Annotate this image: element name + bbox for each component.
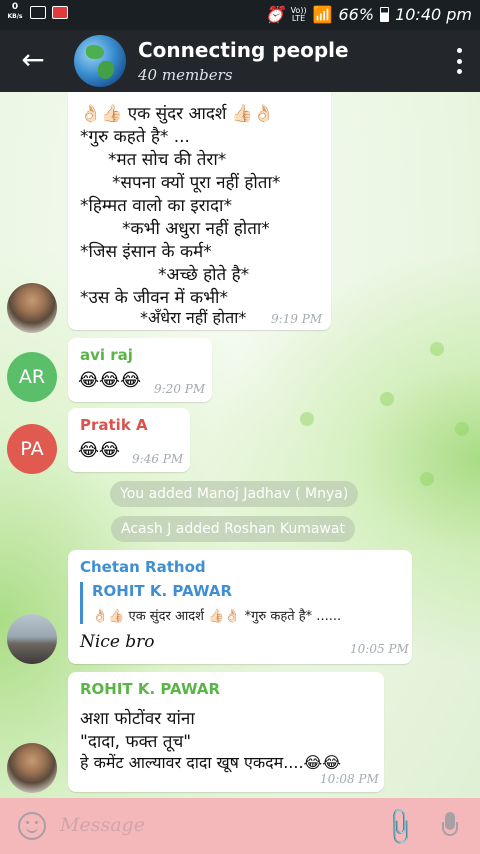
message-line: *जिस इंसान के कर्म* bbox=[80, 242, 212, 262]
message-time: 9:20 PM bbox=[154, 382, 206, 396]
volte-bottom: LTE bbox=[291, 13, 306, 23]
background-sparkle bbox=[430, 342, 444, 356]
reply-sender: ROHIT K. PAWAR bbox=[92, 582, 233, 600]
message-bubble[interactable]: ROHIT K. PAWAR अशा फोटोंवर यांना "दादा, … bbox=[68, 672, 384, 792]
avatar-rohit[interactable] bbox=[7, 743, 57, 793]
message-line: *गुरु कहते है* ... bbox=[80, 127, 190, 147]
reply-text: 👌🏻👍🏻 एक सुंदर आदर्श 👍🏻👌🏻 *गुरु कहते है* … bbox=[92, 609, 342, 624]
avatar-pratik-a[interactable]: PA bbox=[7, 424, 57, 474]
message-time: 10:08 PM bbox=[320, 772, 379, 786]
message-line: *कभी अधुरा नहीं होता* bbox=[122, 219, 270, 239]
message-bubble[interactable]: avi raj 😂😂😂 9:20 PM bbox=[68, 338, 212, 402]
message-line: "दादा, फक्त तूच" bbox=[80, 732, 192, 752]
message-bubble[interactable]: Pratik A 😂😂 9:46 PM bbox=[68, 408, 190, 472]
alarm-icon: ⏰ bbox=[264, 5, 285, 24]
member-count: 40 members bbox=[138, 66, 233, 84]
message-line: हे कमेंट आल्यावर दादा खूष एकदम....😂😂 bbox=[80, 753, 341, 772]
background-sparkle bbox=[300, 412, 314, 426]
status-bar: 0 KB/s ⏰ Vo)) LTE 📶 66% 10:40 pm bbox=[0, 0, 480, 30]
sender-name[interactable]: ROHIT K. PAWAR bbox=[80, 680, 220, 698]
sender-name[interactable]: avi raj bbox=[80, 346, 133, 364]
message-bubble[interactable]: Chetan Rathod ROHIT K. PAWAR 👌🏻👍🏻 एक सुं… bbox=[68, 550, 412, 664]
back-arrow-icon[interactable]: ← bbox=[16, 44, 50, 78]
clock: 10:40 pm bbox=[395, 5, 472, 24]
reply-preview[interactable]: ROHIT K. PAWAR 👌🏻👍🏻 एक सुंदर आदर्श 👍🏻👌🏻 … bbox=[80, 582, 402, 624]
group-avatar[interactable] bbox=[74, 35, 126, 87]
attach-icon[interactable]: 📎 bbox=[378, 806, 422, 850]
globe-land-shape bbox=[86, 45, 104, 59]
message-line: *अँधेरा नहीं होता* bbox=[140, 308, 247, 327]
background-sparkle bbox=[380, 392, 394, 406]
sender-name[interactable]: Chetan Rathod bbox=[80, 558, 206, 576]
message-text: 😂😂 bbox=[78, 440, 121, 461]
chat-header: ← Connecting people 40 members bbox=[0, 30, 480, 92]
background-sparkle bbox=[420, 472, 434, 486]
message-text: 😂😂😂 bbox=[78, 370, 142, 391]
avatar-rohit[interactable] bbox=[7, 283, 57, 333]
message-input-bar: Message 📎 bbox=[0, 798, 480, 854]
network-speed: 0 KB/s bbox=[6, 3, 24, 21]
chat-history[interactable]: 👌🏻👍🏻 एक सुंदर आदर्श 👍🏻👌🏻 *गुरु कहते है* … bbox=[0, 92, 480, 798]
avatar-chetan-rathod[interactable] bbox=[7, 614, 57, 664]
globe-land-shape bbox=[98, 61, 114, 79]
group-title[interactable]: Connecting people bbox=[138, 38, 349, 62]
network-speed-value: 0 bbox=[11, 2, 19, 12]
message-line: अशा फोटोंवर यांना bbox=[80, 709, 195, 729]
avatar-avi-raj[interactable]: AR bbox=[7, 352, 57, 402]
volte-indicator: Vo)) LTE bbox=[291, 6, 307, 23]
microphone-icon[interactable] bbox=[440, 812, 460, 842]
message-line: *सपना क्यों पूरा नहीं होता* bbox=[112, 173, 281, 193]
message-line: *अच्छे होते है* bbox=[158, 265, 250, 285]
message-text: Nice bro bbox=[80, 632, 155, 652]
sender-name[interactable]: Pratik A bbox=[80, 416, 148, 434]
message-line: *उस के जीवन में कभी* bbox=[80, 288, 228, 308]
more-options-icon[interactable] bbox=[454, 48, 464, 74]
emoji-icon[interactable] bbox=[18, 812, 46, 840]
service-message: You added Manoj Jadhav ( Mnya) bbox=[110, 481, 359, 507]
message-line: 👌🏻👍🏻 एक सुंदर आदर्श 👍🏻👌🏻 bbox=[80, 104, 275, 124]
message-time: 10:05 PM bbox=[350, 642, 409, 656]
image-notification-icon bbox=[30, 5, 46, 19]
battery-percent: 66% bbox=[338, 5, 375, 24]
message-line: *हिम्मत वालो का इरादा* bbox=[80, 196, 232, 216]
message-input[interactable]: Message bbox=[60, 814, 145, 836]
background-sparkle bbox=[455, 422, 469, 436]
app-notification-icon bbox=[52, 5, 68, 19]
message-bubble[interactable]: 👌🏻👍🏻 एक सुंदर आदर्श 👍🏻👌🏻 *गुरु कहते है* … bbox=[68, 92, 331, 330]
message-time: 9:19 PM bbox=[271, 312, 323, 326]
network-speed-unit: KB/s bbox=[7, 13, 23, 20]
battery-icon bbox=[380, 7, 390, 22]
service-message: Acash J added Roshan Kumawat bbox=[111, 516, 355, 542]
message-time: 9:46 PM bbox=[132, 452, 184, 466]
signal-icon: 📶 bbox=[312, 5, 333, 24]
message-line: *मत सोच की तेरा* bbox=[108, 150, 227, 170]
